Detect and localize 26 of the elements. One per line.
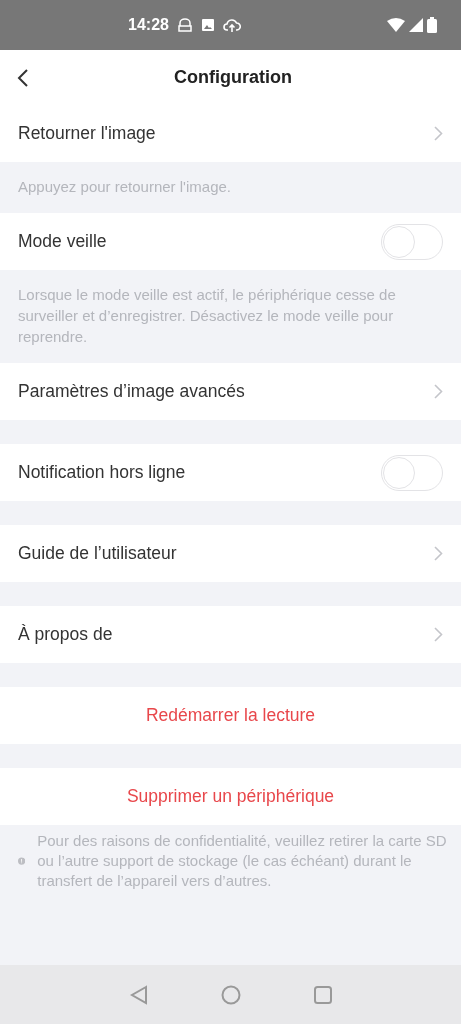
wifi-icon	[387, 18, 405, 32]
page-title: Configuration	[174, 66, 292, 89]
toggle-switch[interactable]	[381, 223, 443, 260]
chevron-icon	[434, 384, 443, 399]
settings-item[interactable]: À propos de	[18, 621, 113, 648]
setting-description: Appuyez pour retourner l'image.	[17, 177, 232, 197]
chevron-icon	[434, 546, 443, 561]
back-icon[interactable]	[17, 67, 29, 88]
chevron-icon	[434, 627, 443, 642]
settings-label: Notification hors ligne	[18, 461, 186, 485]
battery-icon	[427, 17, 437, 33]
action-link[interactable]: Redémarrer la lecture	[145, 702, 316, 729]
status-time: 14:28	[128, 15, 169, 35]
privacy-warning: Pour des raisons de confidentialité, veuillez retirer la carte SD ou l’autre support de stockage (le cas échéant) durant le transfert de l’appareil vers d’autres.	[37, 831, 448, 891]
chevron-icon	[434, 126, 443, 141]
recents-icon[interactable]	[312, 984, 333, 1005]
home-icon[interactable]	[220, 984, 241, 1005]
back-nav-icon[interactable]	[128, 984, 149, 1005]
toggle-switch[interactable]	[381, 454, 443, 491]
settings-label: Mode veille	[18, 230, 107, 254]
settings-item[interactable]: Guide de l’utilisateur	[18, 540, 177, 567]
settings-item[interactable]: Retourner l'image	[18, 120, 156, 147]
signal-icon	[409, 18, 423, 32]
image-icon	[200, 18, 215, 32]
cloud-upload-icon	[222, 17, 241, 33]
setting-description: Lorsque le mode veille est actif, le périphérique cesse de surveiller et d’enregistrer. Désactivez le mode veille pour reprendre.	[17, 285, 397, 347]
